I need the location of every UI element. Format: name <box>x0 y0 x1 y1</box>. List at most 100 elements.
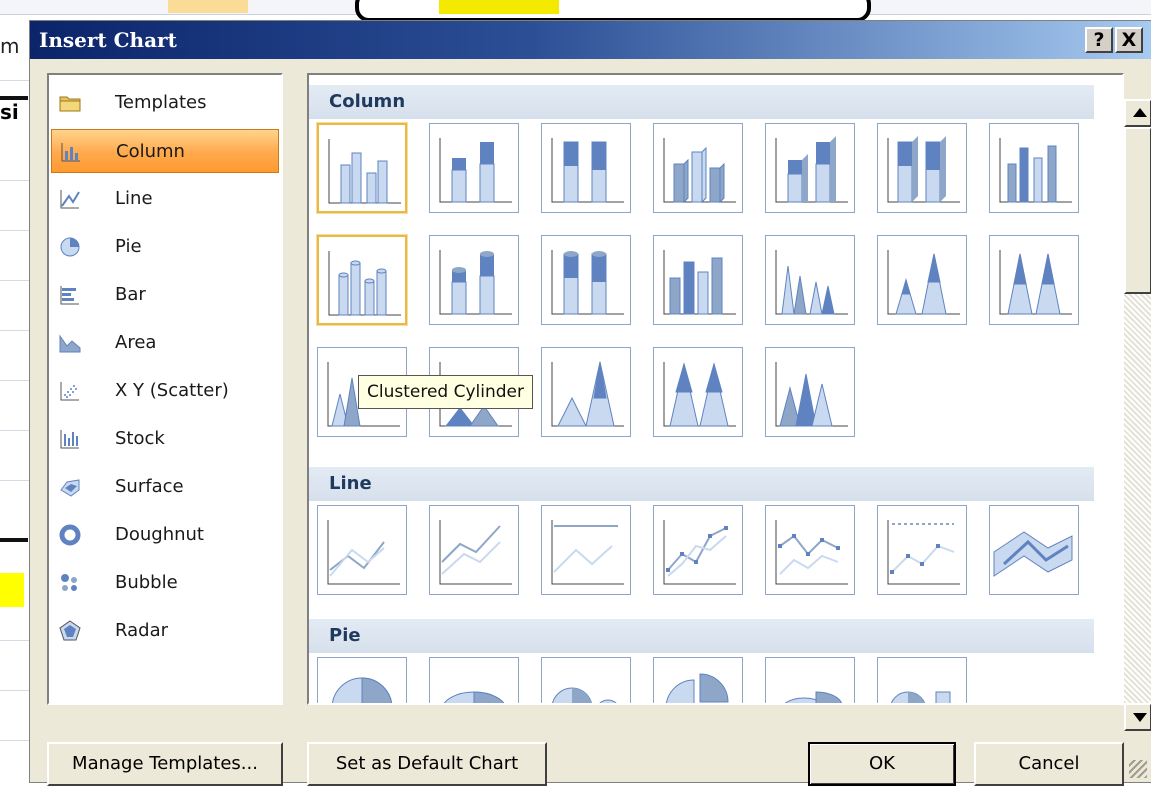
cell-border <box>0 96 28 100</box>
row-line <box>0 640 30 641</box>
arrow-down-icon <box>1133 713 1147 722</box>
row-line <box>0 740 30 741</box>
title-bar[interactable]: Insert Chart ? X <box>30 21 1151 59</box>
100-stacked-column-icon <box>551 138 624 203</box>
category-label: Pie <box>115 236 142 257</box>
stacked-line-icon <box>439 520 512 585</box>
category-line[interactable]: Line <box>51 177 279 221</box>
category-column[interactable]: Column <box>51 129 279 173</box>
thumb-clustered-column[interactable] <box>317 123 407 213</box>
thumb-3d-pyramid[interactable] <box>765 347 855 437</box>
thumb-100-stacked-line-markers[interactable] <box>877 505 967 595</box>
category-scatter[interactable]: X Y (Scatter) <box>51 369 279 413</box>
manage-templates-button[interactable]: Manage Templates... <box>47 742 283 786</box>
category-surface[interactable]: Surface <box>51 465 279 509</box>
thumb-stacked-cone[interactable] <box>877 235 967 325</box>
category-area[interactable]: Area <box>51 321 279 365</box>
thumb-100-stacked-column[interactable] <box>541 123 631 213</box>
thumb-3d-pie[interactable] <box>429 657 519 703</box>
thumb-3d-column[interactable] <box>989 123 1079 213</box>
category-bar[interactable]: Bar <box>51 273 279 317</box>
thumb-bar-of-pie[interactable] <box>877 657 967 703</box>
category-label: Column <box>116 141 185 162</box>
category-radar[interactable]: Radar <box>51 609 279 653</box>
thumb-clustered-cone[interactable] <box>765 235 855 325</box>
thumb-3d-cylinder[interactable] <box>653 235 743 325</box>
section-header-pie: Pie <box>309 619 1094 653</box>
thumb-3d-clustered-column[interactable] <box>653 123 743 213</box>
thumb-stacked-pyramid[interactable] <box>541 347 631 437</box>
gallery-scrollbar[interactable] <box>1124 99 1151 731</box>
thumb-100-stacked-cylinder[interactable] <box>541 235 631 325</box>
category-label: Bar <box>115 284 146 305</box>
thumb-stacked-column-3d[interactable] <box>765 123 855 213</box>
thumb-stacked-column[interactable] <box>429 123 519 213</box>
thumb-line[interactable] <box>317 505 407 595</box>
arrow-up-icon <box>1133 108 1147 117</box>
scroll-thumb[interactable] <box>1124 127 1151 294</box>
close-button[interactable]: X <box>1115 27 1143 53</box>
row-line <box>0 80 30 81</box>
category-bubble[interactable]: Bubble <box>51 561 279 605</box>
scroll-up-button[interactable] <box>1124 99 1151 127</box>
category-stock[interactable]: Stock <box>51 417 279 461</box>
thumb-stacked-cylinder[interactable] <box>429 235 519 325</box>
category-doughnut[interactable]: Doughnut <box>51 513 279 557</box>
column-chart-icon <box>61 143 80 162</box>
stacked-cylinder-icon <box>439 250 512 315</box>
stacked-column-icon <box>439 138 512 203</box>
3d-cylinder-icon <box>663 250 736 315</box>
scroll-down-button[interactable] <box>1124 703 1151 731</box>
thumb-line-with-markers[interactable] <box>653 505 743 595</box>
clustered-column-icon <box>328 139 401 204</box>
overlay-frame <box>355 0 871 22</box>
category-templates[interactable]: Templates <box>51 81 279 125</box>
thumb-100-stacked-line[interactable] <box>541 505 631 595</box>
row-line <box>0 690 30 691</box>
3d-pyramid-icon <box>775 362 848 427</box>
pie-icon <box>331 677 393 703</box>
section-title: Line <box>329 473 372 494</box>
100-stacked-column-3d-icon <box>887 136 960 203</box>
thumb-100-stacked-pyramid[interactable] <box>653 347 743 437</box>
area-chart-icon <box>59 334 81 353</box>
folder-icon <box>59 96 81 112</box>
sheet-selected-column <box>168 0 248 13</box>
category-pie[interactable]: Pie <box>51 225 279 269</box>
category-label: Line <box>115 188 153 209</box>
set-default-chart-button[interactable]: Set as Default Chart <box>307 742 547 786</box>
resize-grip-icon[interactable] <box>1129 760 1147 778</box>
chart-category-list[interactable]: Templates Column Line Pie Bar Area X Y (… <box>47 73 283 705</box>
thumb-exploded-pie-3d[interactable] <box>765 657 855 703</box>
thumb-stacked-line-markers[interactable] <box>765 505 855 595</box>
category-label: X Y (Scatter) <box>115 380 229 401</box>
section-title: Column <box>329 91 406 112</box>
stacked-pyramid-icon <box>551 361 624 427</box>
thumb-clustered-cylinder[interactable] <box>317 235 407 325</box>
radar-chart-icon <box>59 620 81 641</box>
thumb-3d-line[interactable] <box>989 505 1079 595</box>
overlay-highlight <box>439 0 559 14</box>
exploded-pie-3d-icon <box>784 691 842 703</box>
row-line <box>0 380 30 381</box>
thumb-pie[interactable] <box>317 657 407 703</box>
cell-fragment-bold: si <box>0 100 19 124</box>
thumb-100-stacked-cone[interactable] <box>989 235 1079 325</box>
cancel-button[interactable]: Cancel <box>974 742 1124 786</box>
clustered-cylinder-icon <box>328 251 401 316</box>
thumb-100-stacked-column-3d[interactable] <box>877 123 967 213</box>
thumb-pie-of-pie[interactable] <box>541 657 631 703</box>
highlighted-cell <box>0 573 24 607</box>
ok-button[interactable]: OK <box>808 742 956 786</box>
category-label: Surface <box>115 476 184 497</box>
help-button[interactable]: ? <box>1085 27 1113 53</box>
thumb-exploded-pie[interactable] <box>653 657 743 703</box>
thumb-stacked-line[interactable] <box>429 505 519 595</box>
category-label: Templates <box>115 92 207 113</box>
stock-chart-icon <box>60 430 79 449</box>
row-line <box>0 230 30 231</box>
bar-chart-icon <box>60 286 79 305</box>
3d-line-icon <box>993 531 1073 577</box>
clustered-cone-icon <box>775 250 848 315</box>
category-label: Area <box>115 332 157 353</box>
